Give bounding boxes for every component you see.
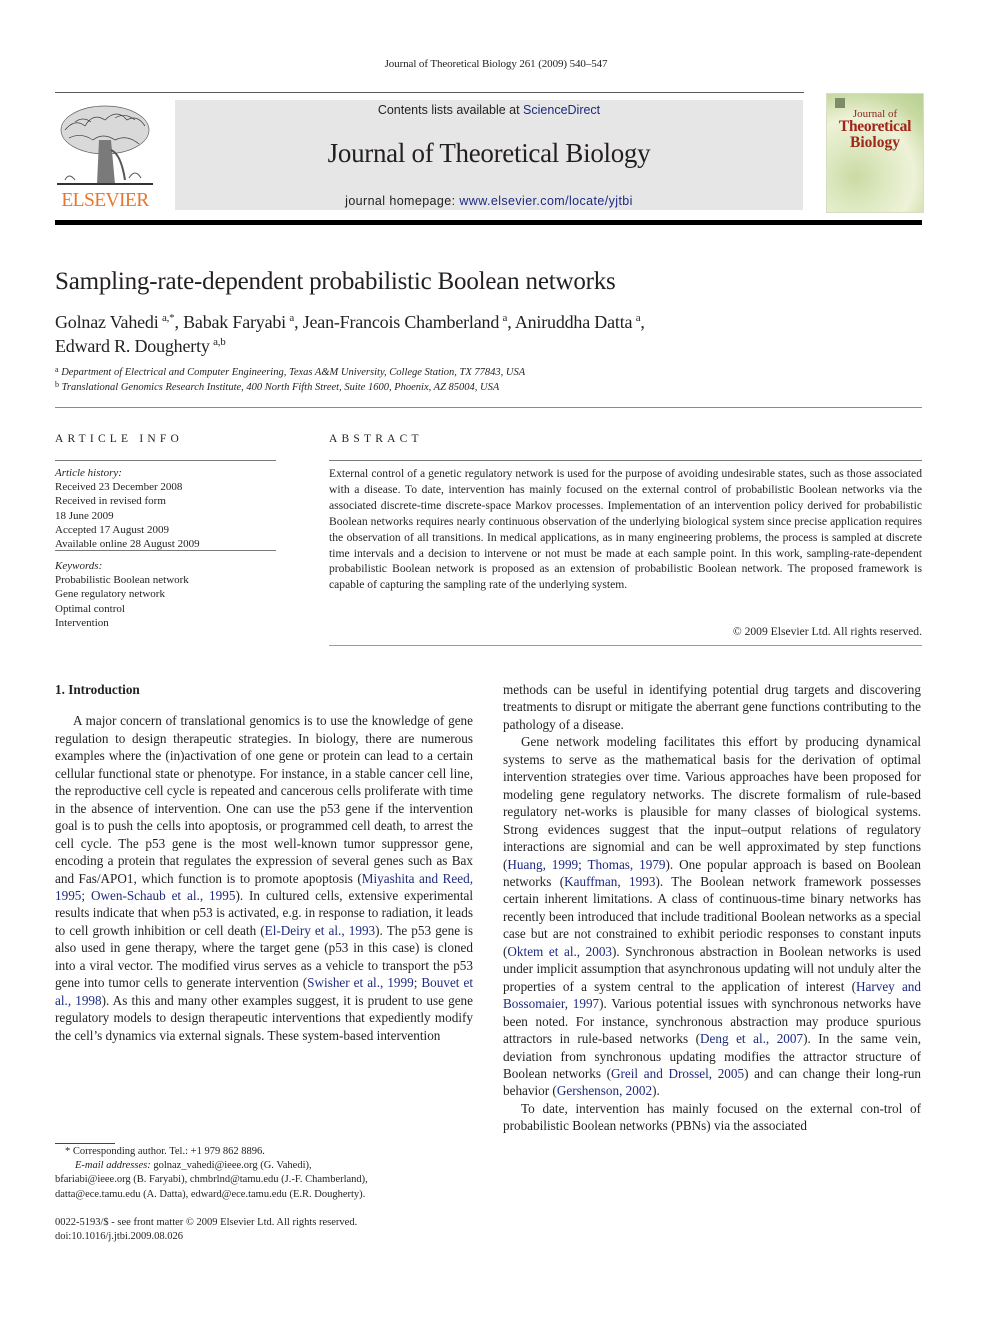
elsevier-wordmark: ELSEVIER bbox=[61, 190, 149, 211]
abstract-heading: ABSTRACT bbox=[329, 433, 423, 445]
history-item: Received in revised form bbox=[55, 495, 166, 508]
article-history-rule bbox=[55, 550, 276, 551]
citation-link[interactable]: El-Deiry et al., 1993 bbox=[265, 923, 375, 938]
email-line-3[interactable]: datta@ece.tamu.edu (A. Datta), edward@ec… bbox=[55, 1188, 475, 1202]
email-vahedi[interactable]: golnaz_vahedi@ieee.org (G. Vahedi), bbox=[151, 1160, 311, 1171]
keyword-item: Probabilistic Boolean network bbox=[55, 574, 189, 587]
masthead-top-rule bbox=[55, 92, 804, 93]
author-name[interactable]: Aniruddha Datta bbox=[515, 312, 633, 332]
body-right-column: methods can be useful in identifying pot… bbox=[503, 681, 921, 1135]
running-head: Journal of Theoretical Biology 261 (2009… bbox=[384, 58, 608, 70]
affiliation-a: a Department of Electrical and Computer … bbox=[55, 365, 525, 380]
article-history-list: Received 23 December 2008 Received in rev… bbox=[55, 480, 276, 551]
affiliation-b: b Translational Genomics Research Instit… bbox=[55, 380, 525, 395]
author-name[interactable]: Jean-Francois Chamberland bbox=[303, 312, 500, 332]
history-item: 18 June 2009 bbox=[55, 509, 114, 522]
journal-cover-thumbnail: Journal of Theoretical Biology bbox=[826, 93, 924, 213]
citation-link[interactable]: Oktem et al., 2003 bbox=[507, 944, 612, 959]
tree-icon bbox=[57, 105, 153, 185]
affiliation-label: a bbox=[55, 365, 59, 374]
contents-line: Contents lists available at ScienceDirec… bbox=[175, 103, 803, 117]
body-paragraph: methods can be useful in identifying pot… bbox=[503, 682, 921, 732]
section-heading-introduction: 1. Introduction bbox=[55, 682, 140, 697]
author-3: Jean-Francois Chamberland a bbox=[303, 312, 508, 332]
abstract-top-rule bbox=[329, 460, 922, 461]
email-line-1: E-mail addresses: golnaz_vahedi@ieee.org… bbox=[55, 1159, 475, 1173]
author-name[interactable]: Golnaz Vahedi bbox=[55, 312, 159, 332]
body-paragraph: To date, intervention has mainly focused… bbox=[503, 1100, 921, 1134]
corresponding-author-note: * Corresponding author. Tel.: +1 979 862… bbox=[65, 1146, 265, 1157]
author-5: Edward R. Dougherty a,b bbox=[55, 336, 226, 356]
affiliations: a Department of Electrical and Computer … bbox=[55, 365, 525, 395]
citation-link[interactable]: Deng et al., 2007 bbox=[700, 1031, 803, 1046]
front-matter: 0022-5193/$ - see front matter © 2009 El… bbox=[55, 1216, 475, 1244]
contents-prefix: Contents lists available at bbox=[377, 103, 524, 117]
abstract-copyright: © 2009 Elsevier Ltd. All rights reserved… bbox=[732, 625, 922, 638]
cover-publisher-badge-icon bbox=[835, 98, 845, 108]
citation-link[interactable]: Harvey and Bossomaier, 1997 bbox=[503, 979, 921, 1011]
history-item: Accepted 17 August 2009 bbox=[55, 523, 169, 536]
header-rule bbox=[55, 407, 922, 408]
homepage-prefix: journal homepage: bbox=[345, 194, 460, 208]
author-affiliation-marker[interactable]: a bbox=[289, 312, 294, 324]
abstract-bottom-rule bbox=[329, 645, 922, 646]
body-paragraph: A major concern of translational genomic… bbox=[55, 713, 474, 1043]
citation-link[interactable]: Swisher et al., 1999; Bouvet et al., 199… bbox=[55, 975, 473, 1007]
keyword-item: Intervention bbox=[55, 616, 109, 629]
abstract-text: External control of a genetic regulatory… bbox=[329, 467, 922, 592]
keywords-label: Keywords: bbox=[55, 560, 103, 572]
author-2: Babak Faryabi a bbox=[183, 312, 294, 332]
affiliation-label: b bbox=[55, 380, 59, 389]
article-history: Article history: Received 23 December 20… bbox=[55, 466, 276, 551]
affiliation-text: Department of Electrical and Computer En… bbox=[61, 367, 526, 378]
article-info-rule bbox=[55, 460, 276, 461]
citation-link[interactable]: Greil and Drossel, 2005 bbox=[611, 1066, 744, 1081]
citation-link[interactable]: Miyashita and Reed, 1995; Owen-Schaub et… bbox=[55, 871, 473, 903]
citation-link[interactable]: Huang, 1999; Thomas, 1979 bbox=[507, 857, 665, 872]
author-name[interactable]: Babak Faryabi bbox=[183, 312, 286, 332]
author-1: Golnaz Vahedi a,* bbox=[55, 312, 175, 332]
keywords: Keywords: Probabilistic Boolean network G… bbox=[55, 559, 276, 630]
affiliation-text: Translational Genomics Research Institut… bbox=[61, 382, 500, 393]
masthead-banner: Contents lists available at ScienceDirec… bbox=[175, 100, 803, 210]
author-affiliation-marker[interactable]: a,* bbox=[162, 312, 175, 324]
footnote-rule bbox=[55, 1143, 115, 1144]
author-4: Aniruddha Datta a bbox=[515, 312, 641, 332]
journal-name: Journal of Theoretical Biology bbox=[327, 138, 651, 168]
author-affiliation-marker[interactable]: a bbox=[503, 312, 508, 324]
keyword-item: Optimal control bbox=[55, 602, 125, 615]
left-column-paragraphs: A major concern of translational genomic… bbox=[55, 712, 473, 1044]
homepage-line: journal homepage: www.elsevier.com/locat… bbox=[175, 194, 803, 208]
sciencedirect-link[interactable]: ScienceDirect bbox=[523, 103, 600, 117]
citation-link[interactable]: Gershenson, 2002 bbox=[557, 1083, 652, 1098]
history-item: Received 23 December 2008 bbox=[55, 481, 183, 494]
email-label: E-mail addresses: bbox=[75, 1160, 151, 1172]
keyword-item: Gene regulatory network bbox=[55, 588, 165, 601]
article-title: Sampling-rate-dependent probabilistic Bo… bbox=[55, 268, 616, 295]
doi[interactable]: doi:10.1016/j.jtbi.2009.08.026 bbox=[55, 1230, 475, 1244]
author-affiliation-marker[interactable]: a bbox=[636, 312, 641, 324]
keywords-list: Probabilistic Boolean network Gene regula… bbox=[55, 573, 276, 630]
article-history-label: Article history: bbox=[55, 467, 122, 479]
body-paragraph: Gene network modeling facilitates this e… bbox=[503, 734, 922, 1099]
author-list: Golnaz Vahedi a,*, Babak Faryabi a, Jean… bbox=[55, 312, 645, 356]
masthead-bottom-rule bbox=[55, 220, 922, 225]
citation-link[interactable]: Kauffman, 1993 bbox=[564, 874, 655, 889]
body-left-column: 1. Introduction A major concern of trans… bbox=[55, 681, 473, 1044]
footnotes: * Corresponding author. Tel.: +1 979 862… bbox=[55, 1145, 475, 1202]
author-affiliation-marker[interactable]: a,b bbox=[213, 336, 226, 348]
journal-homepage-link[interactable]: www.elsevier.com/locate/yjtbi bbox=[459, 194, 632, 208]
email-line-2[interactable]: bfariabi@ieee.org (B. Faryabi), chmbrlnd… bbox=[55, 1173, 475, 1187]
issn-copyright: 0022-5193/$ - see front matter © 2009 El… bbox=[55, 1217, 358, 1228]
cover-title-line3: Biology bbox=[850, 134, 900, 151]
article-info-heading: ARTICLE INFO bbox=[55, 433, 183, 445]
author-name[interactable]: Edward R. Dougherty bbox=[55, 336, 210, 356]
